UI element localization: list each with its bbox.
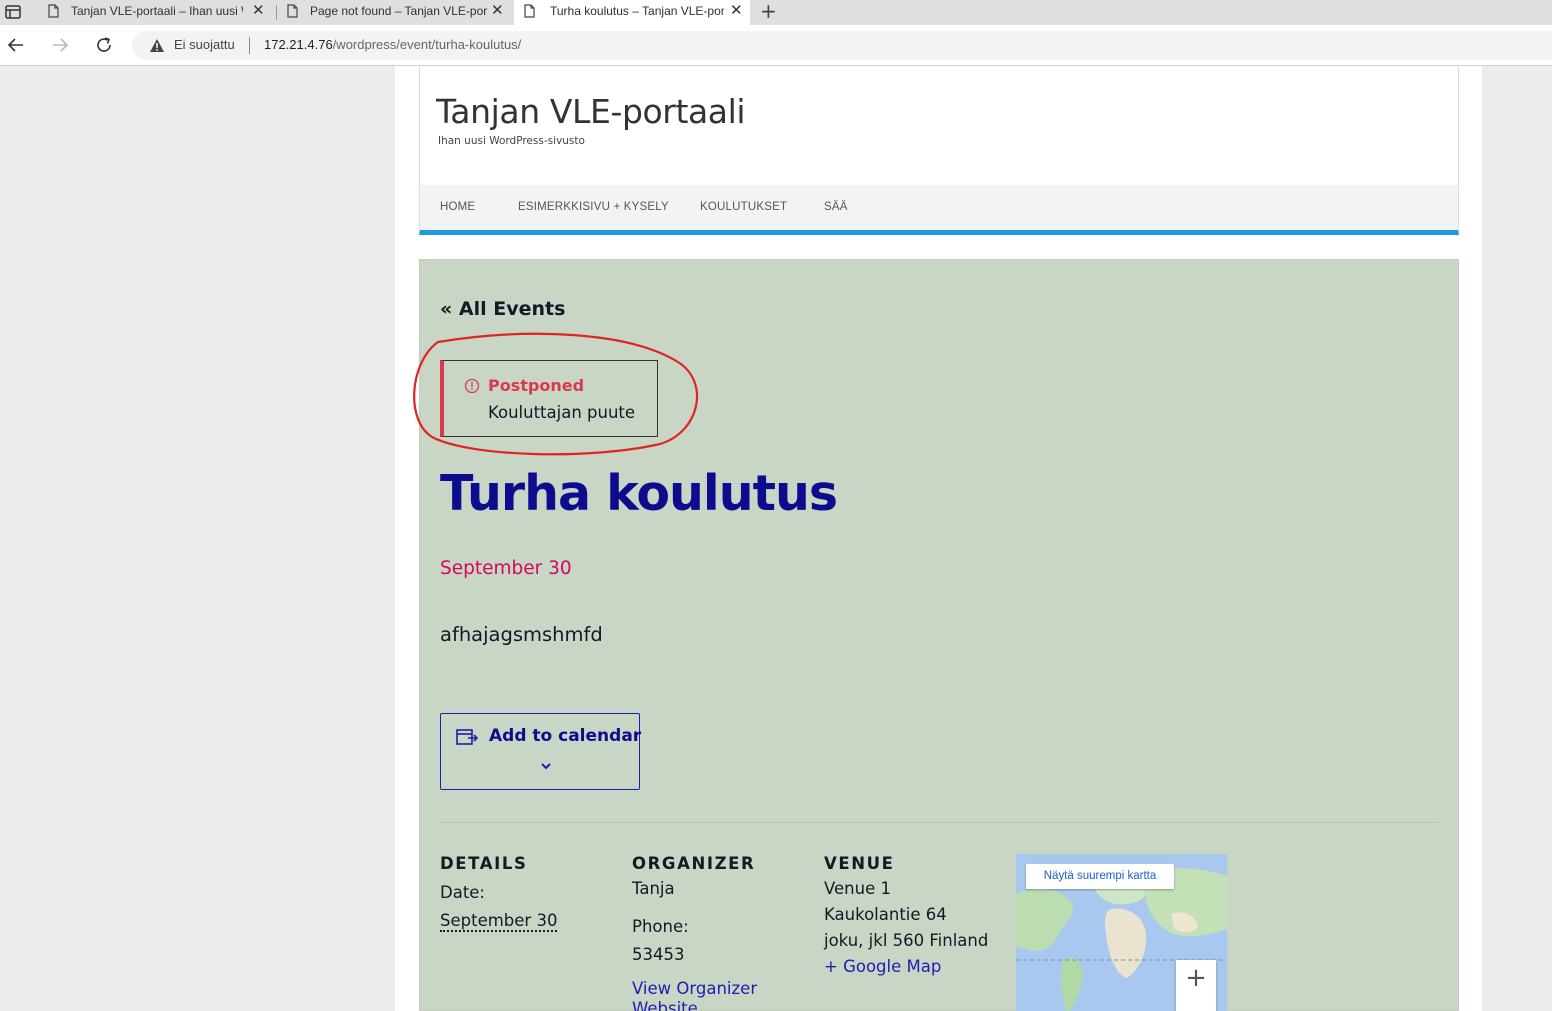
- tab-title: Turha koulutus – Tanjan VLE-por: [550, 4, 724, 18]
- event-title: Turha koulutus: [440, 465, 838, 522]
- notice-title: Postponed: [488, 376, 585, 395]
- close-tab-icon[interactable]: ✕: [730, 2, 743, 20]
- browser-tab-strip: Tanjan VLE-portaali – Ihan uusi W ✕ Page…: [0, 0, 1552, 25]
- calendar-export-icon: [456, 729, 478, 745]
- section-divider: [440, 822, 1438, 823]
- venue-map[interactable]: Näytä suurempi kartta +: [1016, 854, 1227, 1011]
- event-date: September 30: [440, 558, 572, 579]
- reload-icon[interactable]: [94, 35, 114, 55]
- warning-icon[interactable]: [149, 38, 165, 53]
- all-events-link[interactable]: « All Events: [440, 298, 565, 320]
- google-map-link[interactable]: + Google Map: [824, 957, 941, 976]
- browser-tab-1[interactable]: Tanjan VLE-portaali – Ihan uusi W ✕: [38, 0, 274, 25]
- browser-tab-2[interactable]: Page not found – Tanjan VLE-por ✕: [277, 0, 513, 25]
- site-header: Tanjan VLE-portaali Ihan uusi WordPress-…: [419, 66, 1459, 186]
- url-divider: [249, 37, 250, 54]
- organizer-heading: ORGANIZER: [632, 854, 756, 873]
- main-navigation: HOME ESIMERKKISIVU + KYSELY KOULUTUKSET …: [419, 185, 1459, 235]
- forward-arrow-icon[interactable]: [50, 35, 70, 55]
- add-to-calendar-label: Add to calendar: [489, 726, 642, 746]
- page-document-icon: [48, 4, 59, 18]
- browser-tab-3-active[interactable]: Turha koulutus – Tanjan VLE-por ✕: [514, 0, 750, 25]
- venue-street: Kaukolantie 64: [824, 905, 947, 924]
- status-notice: Postponed Kouluttajan puute: [440, 360, 658, 437]
- details-heading: DETAILS: [440, 854, 528, 873]
- site-title[interactable]: Tanjan VLE-portaali: [436, 92, 746, 131]
- venue-heading: VENUE: [824, 854, 895, 873]
- organizer-website-link-line1: View Organizer: [632, 979, 758, 998]
- venue-city: joku, jkl 560 Finland: [824, 931, 989, 950]
- site-description: Ihan uusi WordPress-sivusto: [438, 135, 585, 147]
- organizer-phone-label: Phone:: [632, 917, 689, 936]
- page-document-icon: [287, 4, 298, 18]
- event-description: afhajagsmshmfd: [440, 623, 603, 646]
- details-date-value: September 30: [440, 911, 558, 932]
- details-date-label: Date:: [440, 883, 485, 902]
- not-secure-label[interactable]: Ei suojattu: [174, 37, 235, 52]
- page-document-icon: [524, 4, 535, 18]
- tab-actions-icon[interactable]: [4, 3, 22, 21]
- nav-item-esimerkkisivu[interactable]: ESIMERKKISIVU + KYSELY: [518, 201, 669, 213]
- tab-title: Page not found – Tanjan VLE-por: [310, 4, 488, 18]
- larger-map-button[interactable]: Näytä suurempi kartta: [1026, 864, 1174, 889]
- tab-title: Tanjan VLE-portaali – Ihan uusi W: [71, 4, 243, 18]
- map-zoom-control: +: [1176, 960, 1216, 1011]
- organizer-name: Tanja: [632, 879, 675, 898]
- organizer-website-link[interactable]: View Organizer Website: [632, 979, 757, 1011]
- venue-name: Venue 1: [824, 879, 891, 898]
- nav-item-saa[interactable]: SÄÄ: [824, 201, 848, 213]
- back-arrow-icon[interactable]: [6, 35, 26, 55]
- close-tab-icon[interactable]: ✕: [252, 2, 265, 20]
- alert-circle-icon: [464, 378, 480, 394]
- url-text[interactable]: 172.21.4.76/wordpress/event/turha-koulut…: [264, 37, 521, 52]
- nav-item-home[interactable]: HOME: [440, 201, 475, 213]
- zoom-in-button[interactable]: +: [1176, 965, 1216, 991]
- chevron-down-icon: [541, 763, 551, 770]
- url-field[interactable]: Ei suojattu 172.21.4.76/wordpress/event/…: [132, 31, 1552, 60]
- url-host: 172.21.4.76: [264, 37, 333, 52]
- address-bar-row: Ei suojattu 172.21.4.76/wordpress/event/…: [0, 25, 1552, 66]
- add-to-calendar-button[interactable]: Add to calendar: [440, 713, 642, 790]
- details-date-abbr: September 30: [440, 911, 558, 932]
- url-path: /wordpress/event/turha-koulutus/: [332, 37, 522, 52]
- organizer-website-link-line2: Website: [632, 999, 698, 1011]
- notice-text: Kouluttajan puute: [488, 403, 636, 422]
- organizer-phone-value: 53453: [632, 945, 685, 964]
- close-tab-icon[interactable]: ✕: [491, 2, 504, 20]
- event-content: « All Events Postponed Kouluttajan puute…: [413, 259, 1459, 1011]
- new-tab-icon[interactable]: +: [760, 1, 777, 21]
- nav-item-koulutukset[interactable]: KOULUTUKSET: [700, 201, 787, 213]
